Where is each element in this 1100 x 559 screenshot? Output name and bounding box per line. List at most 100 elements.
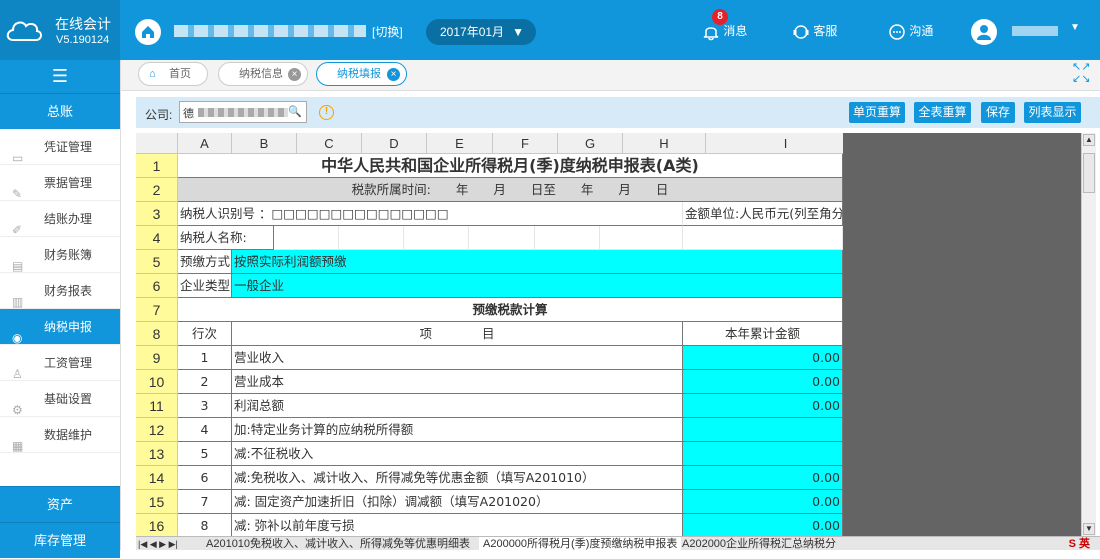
- recalc-all-button[interactable]: 全表重算: [914, 102, 971, 123]
- service-button[interactable]: 客服: [792, 21, 837, 41]
- sheet-tab[interactable]: A201010免税收入、减计收入、所得减免等优惠明细表: [206, 537, 470, 550]
- column-header-G[interactable]: G: [558, 133, 623, 154]
- sidebar-item-4[interactable]: ▥ 财务报表: [0, 273, 120, 309]
- sheet-nav-icons[interactable]: |◀ ◀ ▶ ▶|: [138, 537, 178, 550]
- line-amount[interactable]: 0.00: [683, 394, 843, 418]
- app-logo[interactable]: 在线会计 V5.190124: [0, 0, 120, 60]
- tab-tax-info[interactable]: 纳税信息 ×: [218, 62, 308, 86]
- row-header[interactable]: 14: [136, 466, 178, 490]
- row-header[interactable]: 7: [136, 298, 178, 322]
- line-item[interactable]: 减:免税收入、减计收入、所得减免等优惠金额（填写A201010）: [232, 466, 683, 490]
- line-number[interactable]: 8: [178, 514, 232, 536]
- save-button[interactable]: 保存: [981, 102, 1015, 123]
- header-line-no[interactable]: 行次: [178, 322, 232, 346]
- row-header[interactable]: 12: [136, 418, 178, 442]
- enterprise-type-label[interactable]: 企业类型:: [178, 274, 232, 298]
- row-header[interactable]: 11: [136, 394, 178, 418]
- column-header-E[interactable]: E: [427, 133, 493, 154]
- row-header[interactable]: 8: [136, 322, 178, 346]
- line-amount[interactable]: 0.00: [683, 466, 843, 490]
- line-number[interactable]: 7: [178, 490, 232, 514]
- vertical-scrollbar[interactable]: ▲ ▼: [1081, 133, 1096, 536]
- row-header[interactable]: 1: [136, 154, 178, 178]
- line-amount[interactable]: 0.00: [683, 490, 843, 514]
- column-header-I[interactable]: I: [706, 133, 843, 154]
- sidebar-section-assets[interactable]: 资产: [0, 486, 120, 522]
- search-icon[interactable]: 🔍: [288, 105, 302, 118]
- sidebar-collapse-button[interactable]: ☰: [0, 60, 120, 93]
- section-title[interactable]: 预缴税款计算: [178, 298, 843, 322]
- column-header-A[interactable]: A: [178, 133, 232, 154]
- sidebar-item-8[interactable]: ▦ 数据维护: [0, 417, 120, 453]
- messages-button[interactable]: 消息: [702, 21, 747, 41]
- prepay-method-label[interactable]: 预缴方式:: [178, 250, 232, 274]
- tax-period-line[interactable]: 税款所属时间: 年 月 日至 年 月 日: [178, 178, 843, 202]
- user-avatar[interactable]: [971, 19, 997, 45]
- chat-button[interactable]: 沟通: [888, 21, 933, 41]
- column-header-C[interactable]: C: [297, 133, 362, 154]
- sidebar-section-ledger[interactable]: 总账: [0, 93, 120, 129]
- line-number[interactable]: 5: [178, 442, 232, 466]
- taxpayer-name-label[interactable]: 纳税人名称:: [178, 226, 274, 250]
- grid-cell[interactable]: [339, 226, 404, 250]
- row-header[interactable]: 15: [136, 490, 178, 514]
- line-amount[interactable]: [683, 418, 843, 442]
- scroll-down-icon[interactable]: ▼: [1083, 523, 1095, 535]
- tab-home[interactable]: ⌂ 首页: [138, 62, 208, 86]
- warning-icon[interactable]: !: [319, 105, 334, 120]
- column-header-H[interactable]: H: [623, 133, 706, 154]
- column-header-D[interactable]: D: [362, 133, 427, 154]
- company-search-input[interactable]: 德 🔍: [179, 101, 307, 123]
- grid-cell[interactable]: [274, 226, 339, 250]
- line-item[interactable]: 加:特定业务计算的应纳税所得额: [232, 418, 683, 442]
- line-item[interactable]: 减: 弥补以前年度亏损: [232, 514, 683, 536]
- tab-tax-filing[interactable]: 纳税填报 ×: [316, 62, 407, 86]
- sidebar-item-3[interactable]: ▤ 财务账簿: [0, 237, 120, 273]
- line-number[interactable]: 4: [178, 418, 232, 442]
- fullscreen-icon[interactable]: ↖↗ ↙↘: [1072, 61, 1092, 85]
- line-amount[interactable]: [683, 442, 843, 466]
- grid-cell[interactable]: [404, 226, 469, 250]
- switch-company-link[interactable]: [切换]: [372, 23, 403, 40]
- row-header[interactable]: 10: [136, 370, 178, 394]
- close-tab-icon[interactable]: ×: [387, 68, 400, 81]
- grid-cell[interactable]: [683, 226, 843, 250]
- row-header[interactable]: 4: [136, 226, 178, 250]
- sidebar-item-0[interactable]: ▭ 凭证管理: [0, 129, 120, 165]
- line-item[interactable]: 减:不征税收入: [232, 442, 683, 466]
- row-header[interactable]: 13: [136, 442, 178, 466]
- grid-corner[interactable]: [136, 133, 178, 154]
- form-title[interactable]: 中华人民共和国企业所得税月(季)度纳税申报表(A类): [178, 154, 843, 178]
- grid-cell[interactable]: [469, 226, 535, 250]
- sheet-tab[interactable]: A202000企业所得税汇总纳税分: [682, 537, 836, 550]
- line-item[interactable]: 利润总额: [232, 394, 683, 418]
- enterprise-type-value[interactable]: 一般企业: [232, 274, 843, 298]
- line-amount[interactable]: 0.00: [683, 346, 843, 370]
- grid-cell[interactable]: [600, 226, 683, 250]
- user-name-blurred[interactable]: [1012, 26, 1058, 36]
- row-header[interactable]: 3: [136, 202, 178, 226]
- tax-form-spreadsheet[interactable]: ABCDEFGHI 1 2 3 4 5 6 7 8 9 10 11 12 13 14 15 16 中华人民共和…: [136, 133, 843, 536]
- header-item[interactable]: 项 目: [232, 322, 683, 346]
- line-number[interactable]: 1: [178, 346, 232, 370]
- line-item[interactable]: 营业收入: [232, 346, 683, 370]
- home-button[interactable]: [135, 19, 161, 45]
- sidebar-item-6[interactable]: ♙ 工资管理: [0, 345, 120, 381]
- list-view-button[interactable]: 列表显示: [1024, 102, 1081, 123]
- line-amount[interactable]: 0.00: [683, 514, 843, 536]
- line-amount[interactable]: 0.00: [683, 370, 843, 394]
- period-select[interactable]: 2017年01月 ▼: [426, 19, 536, 45]
- prepay-method-value[interactable]: 按照实际利润额预缴: [232, 250, 843, 274]
- user-menu-caret-icon[interactable]: ▼: [1070, 22, 1080, 33]
- line-number[interactable]: 3: [178, 394, 232, 418]
- close-tab-icon[interactable]: ×: [288, 68, 301, 81]
- grid-cell[interactable]: [535, 226, 600, 250]
- row-header[interactable]: 5: [136, 250, 178, 274]
- sheet-tab-active[interactable]: A200000所得税月(季)度预缴纳税申报表: [479, 537, 682, 550]
- line-number[interactable]: 2: [178, 370, 232, 394]
- taxpayer-id[interactable]: 纳税人识别号 ：□□□□□□□□□□□□□□□: [178, 202, 683, 226]
- row-header[interactable]: 9: [136, 346, 178, 370]
- sidebar-item-2[interactable]: ✐ 结账办理: [0, 201, 120, 237]
- row-header[interactable]: 6: [136, 274, 178, 298]
- sidebar-item-5[interactable]: ◉ 纳税申报: [0, 309, 120, 345]
